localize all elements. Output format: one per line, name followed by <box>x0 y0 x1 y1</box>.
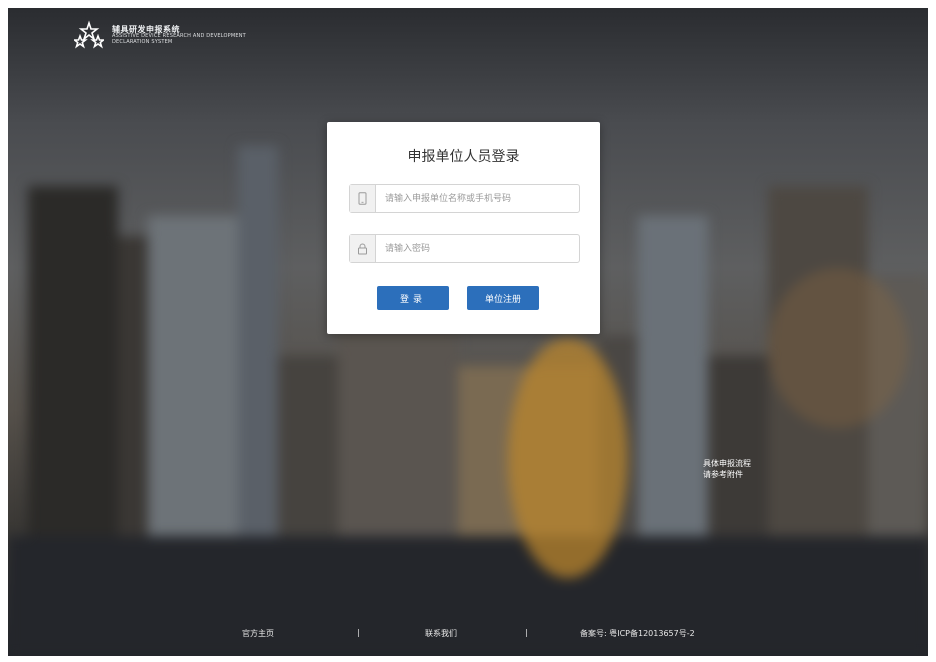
password-input[interactable] <box>376 235 579 262</box>
lock-icon <box>350 235 376 262</box>
username-input[interactable] <box>376 185 579 212</box>
footer-separator: | <box>357 628 360 637</box>
login-card: 申报单位人员登录 登录 单位注册 <box>327 122 600 334</box>
process-note-line1: 具体申报流程 <box>703 459 751 468</box>
login-page-background: 辅具研发申报系统 ASSISTIVE DEVICE RESEARCH AND D… <box>8 8 928 656</box>
brand-text: 辅具研发申报系统 ASSISTIVE DEVICE RESEARCH AND D… <box>112 25 246 46</box>
brand-subtitle-line2: DECLARATION SYSTEM <box>112 38 173 45</box>
brand-logo[interactable]: 辅具研发申报系统 ASSISTIVE DEVICE RESEARCH AND D… <box>74 20 246 50</box>
footer: 官方主页 | 联系我们 | 备案号: 粤ICP备12013657号-2 <box>8 628 928 642</box>
password-field <box>349 234 580 263</box>
username-field <box>349 184 580 213</box>
login-button[interactable]: 登录 <box>377 286 449 310</box>
process-note-line2: 请参考附件 <box>703 470 743 479</box>
footer-separator: | <box>525 628 528 637</box>
light-haze <box>768 268 908 428</box>
login-title: 申报单位人员登录 <box>407 149 520 165</box>
footer-icp-text[interactable]: 备案号: 粤ICP备12013657号-2 <box>580 628 695 639</box>
footer-home-link[interactable]: 官方主页 <box>242 628 274 639</box>
register-button[interactable]: 单位注册 <box>467 286 539 310</box>
process-note: 具体申报流程 请参考附件 <box>703 458 751 480</box>
footer-contact-link[interactable]: 联系我们 <box>425 628 457 639</box>
sun-glow <box>508 338 628 578</box>
star-cluster-logo-icon <box>74 20 104 49</box>
phone-icon <box>350 185 376 212</box>
